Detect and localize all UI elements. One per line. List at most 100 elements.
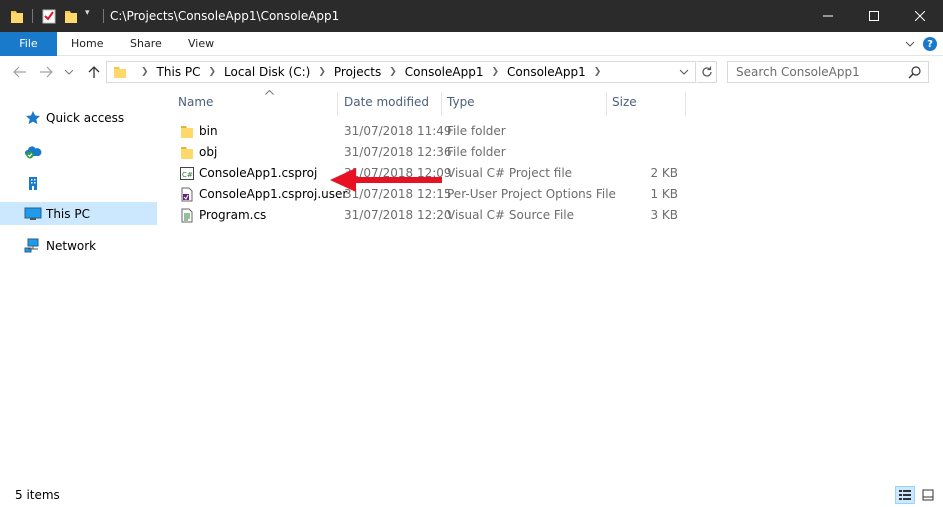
file-list: Name Date modified Type Size bin 31/07/2…	[160, 88, 943, 486]
cs-file-icon	[180, 208, 194, 223]
search-input[interactable]	[736, 64, 896, 80]
up-button[interactable]	[86, 64, 102, 80]
sidebar-item-label: Quick access	[46, 110, 125, 125]
details-view-button[interactable]	[895, 486, 915, 504]
status-bar: 5 items	[0, 486, 943, 507]
sidebar-item-onedrive[interactable]	[0, 140, 157, 163]
file-name: Program.cs	[199, 208, 267, 222]
breadcrumb-consoleapp1[interactable]: ConsoleApp1	[405, 65, 484, 79]
red-annotation-arrow-icon	[330, 168, 442, 192]
breadcrumb-chevron-icon[interactable]: ❯	[491, 67, 499, 77]
tab-home[interactable]: Home	[57, 32, 117, 56]
breadcrumb-this-pc[interactable]: This PC	[157, 65, 201, 79]
file-date: 31/07/2018 12:36	[344, 145, 452, 159]
recent-locations-chevron-icon[interactable]	[64, 64, 74, 80]
search-box[interactable]	[727, 61, 929, 83]
refresh-icon	[701, 66, 712, 77]
sidebar-item-network[interactable]: Network	[0, 234, 157, 257]
sidebar-item-quick-access[interactable]: Quick access	[0, 106, 157, 129]
sidebar-item-network-location[interactable]	[0, 171, 157, 194]
maximize-button[interactable]	[851, 0, 897, 32]
explorer-window: ▾ C:\Projects\ConsoleApp1\ConsoleApp1 Fi…	[0, 0, 943, 507]
breadcrumb-chevron-icon[interactable]: ❯	[594, 67, 602, 77]
monitor-icon	[24, 206, 42, 222]
onedrive-icon	[24, 144, 42, 160]
breadcrumb-chevron-icon[interactable]: ❯	[318, 67, 326, 77]
column-header-type[interactable]: Type	[442, 88, 606, 116]
ribbon-tabs: File Home Share View ?	[0, 32, 943, 56]
expand-ribbon-chevron-icon[interactable]	[902, 36, 918, 52]
file-name: ConsoleApp1.csproj.user	[199, 187, 348, 201]
breadcrumb-consoleapp1-current[interactable]: ConsoleApp1	[507, 65, 586, 79]
help-icon: ?	[923, 37, 937, 51]
sidebar-item-label: This PC	[46, 206, 90, 221]
file-name: bin	[199, 124, 218, 138]
file-size: 3 KB	[650, 208, 678, 222]
breadcrumb: ❯ This PC ❯ Local Disk (C:) ❯ Projects ❯…	[133, 62, 609, 82]
svg-text:C#: C#	[182, 171, 193, 179]
star-icon	[24, 110, 42, 126]
minimize-button[interactable]	[805, 0, 851, 32]
file-type: Per-User Project Options File	[447, 187, 616, 201]
sort-ascending-icon	[265, 88, 274, 97]
address-bar[interactable]: ❯ This PC ❯ Local Disk (C:) ❯ Projects ❯…	[106, 61, 696, 83]
column-label: Size	[612, 95, 637, 109]
tab-share[interactable]: Share	[116, 32, 176, 56]
tab-view[interactable]: View	[174, 32, 228, 56]
column-divider[interactable]	[685, 92, 686, 116]
help-button[interactable]: ?	[922, 36, 938, 52]
breadcrumb-chevron-icon[interactable]: ❯	[141, 67, 149, 77]
details-view-icon	[899, 490, 911, 500]
file-date: 31/07/2018 12:20	[344, 208, 452, 222]
folder-icon	[113, 65, 127, 79]
file-row-program-cs[interactable]: Program.cs 31/07/2018 12:20 Visual C# So…	[176, 205, 686, 226]
file-name: ConsoleApp1.csproj	[199, 166, 318, 180]
back-button[interactable]	[12, 64, 28, 80]
file-type: File folder	[447, 145, 506, 159]
file-type: Visual C# Source File	[447, 208, 574, 222]
csproj-icon: C#	[180, 166, 194, 181]
large-icons-view-icon	[922, 489, 934, 501]
item-count: 5 items	[15, 488, 60, 502]
column-label: Date modified	[344, 95, 430, 109]
sidebar-item-this-pc[interactable]: This PC	[0, 202, 157, 225]
customize-toolbar-chevron-icon[interactable]: ▾	[85, 8, 95, 24]
file-name: obj	[199, 145, 218, 159]
column-label: Name	[178, 95, 214, 109]
column-header-name[interactable]: Name	[176, 88, 336, 116]
breadcrumb-chevron-icon[interactable]: ❯	[209, 67, 217, 77]
column-label: Type	[447, 95, 475, 109]
file-date: 31/07/2018 11:49	[344, 124, 452, 138]
folder-icon[interactable]	[10, 8, 24, 24]
file-row-obj[interactable]: obj 31/07/2018 12:36 File folder	[176, 142, 686, 163]
building-icon	[24, 175, 42, 191]
breadcrumb-projects[interactable]: Projects	[334, 65, 381, 79]
user-file-icon	[180, 187, 194, 202]
refresh-button[interactable]	[697, 61, 717, 83]
large-icons-view-button[interactable]	[918, 486, 938, 504]
tab-file[interactable]: File	[0, 32, 57, 56]
file-type: Visual C# Project file	[447, 166, 573, 180]
search-icon[interactable]	[908, 65, 922, 79]
column-header-date[interactable]: Date modified	[338, 88, 440, 116]
window-title: C:\Projects\ConsoleApp1\ConsoleApp1	[110, 9, 340, 23]
address-history-chevron-icon[interactable]	[677, 65, 691, 79]
file-type: File folder	[447, 124, 506, 138]
properties-icon[interactable]	[42, 8, 56, 24]
sidebar-item-label: Network	[46, 238, 97, 253]
forward-button[interactable]	[38, 64, 54, 80]
title-separator	[32, 9, 33, 23]
new-folder-icon[interactable]	[64, 8, 78, 24]
file-row-bin[interactable]: bin 31/07/2018 11:49 File folder	[176, 121, 686, 142]
breadcrumb-local-disk[interactable]: Local Disk (C:)	[224, 65, 310, 79]
file-size: 2 KB	[650, 166, 678, 180]
breadcrumb-chevron-icon[interactable]: ❯	[389, 67, 397, 77]
title-separator	[103, 9, 104, 23]
column-header-size[interactable]: Size	[607, 88, 685, 116]
file-size: 1 KB	[650, 187, 678, 201]
navigation-pane: Quick access This PC Network	[0, 88, 160, 486]
folder-icon	[180, 145, 194, 160]
folder-icon	[180, 124, 194, 139]
network-icon	[24, 238, 42, 254]
close-button[interactable]	[897, 0, 943, 32]
